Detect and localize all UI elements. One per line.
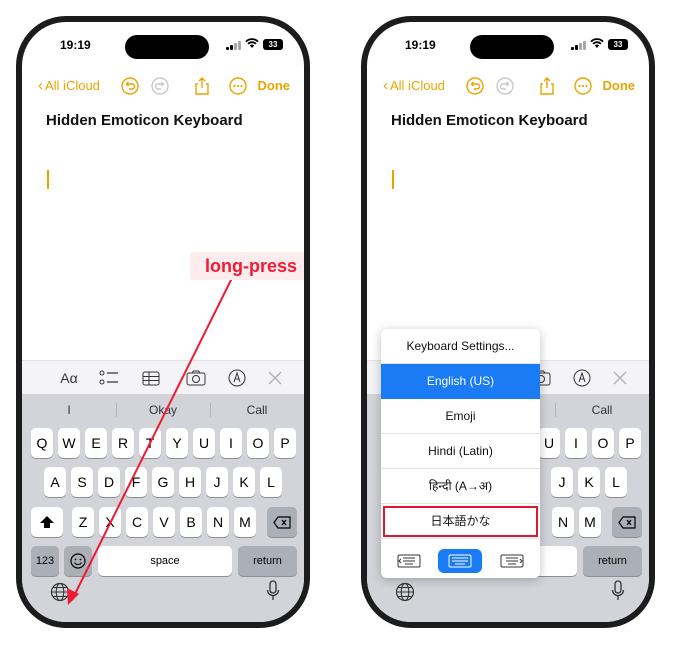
status-time: 19:19	[405, 38, 436, 52]
more-options-icon[interactable]	[573, 76, 593, 96]
text-cursor	[392, 170, 394, 189]
keyboard-full-icon[interactable]	[438, 549, 482, 573]
language-hindi-latin[interactable]: Hindi (Latin)	[381, 434, 540, 469]
language-menu: Keyboard Settings... English (US) Emoji …	[381, 329, 540, 578]
close-icon[interactable]	[609, 368, 631, 388]
key-u[interactable]: U	[538, 428, 560, 458]
language-hindi-transliteration[interactable]: हिन्दी (A→अ)	[381, 469, 540, 504]
keyboard-settings-item[interactable]: Keyboard Settings...	[381, 329, 540, 364]
dynamic-island	[470, 35, 554, 59]
done-button[interactable]: Done	[603, 78, 636, 93]
annotation-label: long-press	[190, 252, 304, 280]
key-n[interactable]: N	[552, 507, 574, 537]
language-emoji[interactable]: Emoji	[381, 399, 540, 434]
key-l[interactable]: L	[605, 467, 627, 497]
key-o[interactable]: O	[592, 428, 614, 458]
undo-icon[interactable]	[465, 76, 485, 96]
key-i[interactable]: I	[565, 428, 587, 458]
chevron-left-icon: ‹	[383, 76, 388, 94]
language-japanese-kana[interactable]: 日本語かな	[381, 504, 540, 539]
right-screen: 19:19 33 ‹ All iCloud Done Hidden Emotic…	[367, 22, 649, 622]
battery-icon: 33	[608, 39, 628, 50]
back-label: All iCloud	[390, 78, 445, 93]
delete-icon	[618, 515, 636, 529]
key-m[interactable]: M	[579, 507, 601, 537]
keyboard-position-selector	[381, 542, 540, 578]
wifi-icon	[590, 38, 604, 48]
back-button[interactable]: ‹ All iCloud	[383, 76, 445, 94]
note-title[interactable]: Hidden Emoticon Keyboard	[391, 112, 588, 129]
right-phone: 19:19 33 ‹ All iCloud Done Hidden Emotic…	[361, 16, 655, 628]
key-p[interactable]: P	[619, 428, 641, 458]
left-screen: 19:19 33 ‹ All iCloud Done Hidden Emotic…	[22, 22, 304, 622]
share-icon[interactable]	[537, 76, 557, 96]
status-bar: 19:19 33	[367, 22, 649, 64]
language-english-us[interactable]: English (US)	[381, 364, 540, 399]
keyboard-right-icon[interactable]	[490, 549, 534, 573]
keyboard-left-icon[interactable]	[387, 549, 431, 573]
annotation-arrow	[67, 275, 234, 605]
globe-icon[interactable]	[395, 582, 415, 602]
left-phone: 19:19 33 ‹ All iCloud Done Hidden Emotic…	[16, 16, 310, 628]
redo-icon[interactable]	[495, 76, 515, 96]
signal-icon	[571, 40, 587, 50]
markup-icon[interactable]	[571, 368, 593, 388]
microphone-icon[interactable]	[611, 580, 625, 602]
delete-key[interactable]	[612, 507, 642, 537]
suggestion-item[interactable]: Call	[555, 398, 649, 422]
key-k[interactable]: K	[578, 467, 600, 497]
key-j[interactable]: J	[551, 467, 573, 497]
notes-navbar: ‹ All iCloud Done	[367, 74, 649, 98]
